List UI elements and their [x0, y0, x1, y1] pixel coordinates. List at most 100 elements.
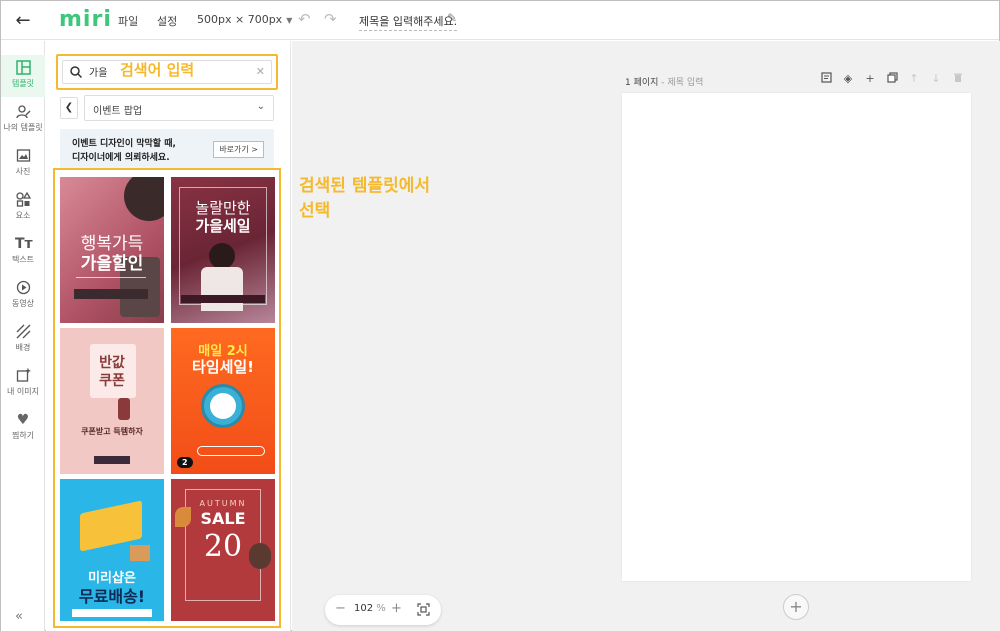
search-icon [70, 66, 83, 79]
rail-item-my-templates[interactable]: 나의 템플릿 [1, 99, 45, 141]
rail-item-elements[interactable]: 요소 [1, 187, 45, 229]
banner-shortcut-button[interactable]: 바로가기 > [213, 141, 264, 158]
zoom-out-icon[interactable]: − [335, 601, 346, 616]
canvas-size-select[interactable]: 500px × 700px ▼ [197, 13, 292, 26]
cta-bar [74, 289, 148, 299]
page-count-badge: 2 [177, 457, 193, 468]
design-canvas[interactable] [622, 93, 971, 581]
paint-bucket-icon[interactable]: ◈ [841, 72, 855, 86]
camera-image [124, 177, 164, 221]
canvas-workspace: 1 페이지 - 제목 입력 ◈ + ↑ ↓ + − 102 % + [292, 41, 1000, 631]
add-page-button[interactable]: + [783, 594, 809, 620]
shapes-icon [15, 191, 31, 208]
leaf-image [175, 507, 191, 527]
annotation-line-1: 검색된 템플릿에서 [299, 176, 431, 196]
top-toolbar: ← miri 파일 설정 500px × 700px ▼ ↶ ↷ 제목을 입력해주… [1, 1, 999, 40]
rail-label: 동영상 [11, 299, 35, 308]
rail-label: 템플릿 [11, 79, 35, 88]
zoom-in-icon[interactable]: + [391, 601, 402, 616]
template-thumbnail[interactable]: 매일 2시 타임세일! 2 [171, 328, 275, 474]
page-title[interactable]: - 제목 입력 [658, 78, 703, 88]
menu-settings[interactable]: 설정 [157, 13, 177, 29]
text-icon: Tт [15, 236, 33, 252]
results-highlight-frame: 행복가득 가을할인 놀랄만한 가을세일 반값 쿠폰 쿠폰받고 득템하자 매일 2… [53, 168, 281, 628]
template-subtitle: 쿠폰받고 득템하자 [81, 427, 143, 436]
back-arrow-icon[interactable]: ← [1, 1, 45, 40]
user-edit-icon [15, 104, 31, 120]
add-icon[interactable]: + [863, 72, 877, 86]
pattern-icon [15, 324, 31, 340]
rail-item-my-images[interactable]: 내 이미지 [1, 363, 45, 405]
rail-label: 배경 [15, 343, 31, 352]
banner-line-2: 디자이너에게 의뢰하세요. [72, 153, 170, 163]
add-image-icon [15, 368, 31, 384]
zoom-unit: % [373, 603, 386, 614]
rail-item-background[interactable]: 배경 [1, 319, 45, 361]
pinecone-image [249, 543, 271, 569]
category-label: 이벤트 팝업 [93, 106, 143, 117]
rail-label: 사진 [15, 167, 31, 176]
zoom-value: 102 [354, 603, 374, 614]
template-title-2: 타임세일! [191, 358, 255, 376]
play-icon [15, 280, 31, 296]
truck-image [80, 500, 142, 552]
trash-icon[interactable] [951, 72, 965, 86]
alarm-clock-image [201, 384, 245, 428]
rail-label: 찜하기 [11, 431, 35, 440]
page-label: 1 페이지 - 제목 입력 [625, 75, 703, 88]
box-image [130, 545, 150, 561]
chevron-left-icon[interactable]: ❮ [60, 97, 78, 119]
menu-file[interactable]: 파일 [118, 13, 138, 29]
model-head [209, 243, 235, 269]
promo-banner: 이벤트 디자인이 막막할 때, 디자이너에게 의뢰하세요. 바로가기 > [60, 129, 274, 169]
cta-bar [181, 295, 265, 303]
template-title-2: 무료배송! [78, 587, 146, 606]
rail-item-photos[interactable]: 사진 [1, 143, 45, 185]
arrow-up-icon[interactable]: ↑ [907, 72, 921, 86]
template-thumbnail[interactable]: 미리샵은 무료배송! [60, 479, 164, 621]
template-thumbnail[interactable]: 반값 쿠폰 쿠폰받고 득템하자 [60, 328, 164, 474]
annotation-results: 검색된 템플릿에서 선택 [299, 174, 430, 224]
rail-label: 내 이미지 [7, 387, 39, 396]
page-toolbar: ◈ + ↑ ↓ [819, 72, 965, 86]
annotation-line-2: 선택 [299, 201, 331, 221]
category-select[interactable]: 이벤트 팝업 ⌄ [84, 95, 274, 121]
image-icon [15, 148, 31, 164]
arrow-down-icon[interactable]: ↓ [929, 72, 943, 86]
memo-icon[interactable] [819, 72, 833, 86]
duplicate-icon[interactable] [885, 72, 899, 86]
template-thumbnail[interactable]: AUTUMN SALE 20 [171, 479, 275, 621]
undo-icon[interactable]: ↶ [298, 10, 311, 28]
heart-icon: ♥ [16, 412, 30, 428]
layout-icon [15, 60, 31, 76]
left-rail: 템플릿 나의 템플릿 사진 요소 Tт 텍스트 동영상 배경 내 이미지 ♥ 찜… [1, 41, 45, 631]
fit-screen-icon[interactable] [417, 603, 430, 616]
annotation-search: 검색어 입력 [120, 61, 195, 79]
template-title-1: 반값 [99, 355, 125, 371]
rail-item-templates[interactable]: 템플릿 [1, 55, 45, 97]
figure-image [118, 398, 130, 420]
zoom-control: − 102 % + [325, 595, 441, 625]
rail-item-video[interactable]: 동영상 [1, 275, 45, 317]
canvas-size-label: 500px × 700px [197, 13, 283, 26]
rail-item-favorites[interactable]: ♥ 찜하기 [1, 407, 45, 449]
logo: miri [59, 7, 112, 32]
document-title-field[interactable]: 제목을 입력해주세요. [359, 13, 458, 31]
template-thumbnail[interactable]: 행복가득 가을할인 [60, 177, 164, 323]
pencil-icon[interactable]: ✎ [447, 11, 457, 25]
zoom-level[interactable]: 102 % [354, 603, 386, 614]
template-thumbnail[interactable]: 놀랄만한 가을세일 [171, 177, 275, 323]
cta-bar [197, 446, 265, 456]
rail-label: 요소 [15, 211, 31, 220]
page-number: 1 페이지 [625, 78, 659, 88]
clear-icon[interactable]: ✕ [256, 65, 265, 78]
divider [76, 277, 146, 278]
collapse-icon[interactable]: « [15, 609, 23, 624]
chevron-down-icon: ▼ [286, 16, 293, 25]
clock-face [210, 393, 236, 419]
cta-bar [72, 609, 152, 617]
banner-line-1: 이벤트 디자인이 막막할 때, [72, 139, 176, 149]
redo-icon[interactable]: ↷ [324, 10, 337, 28]
rail-item-text[interactable]: Tт 텍스트 [1, 231, 45, 273]
template-panel: ✕ 검색어 입력 ❮ 이벤트 팝업 ⌄ 이벤트 디자인이 막막할 때, 디자이너… [46, 41, 291, 631]
